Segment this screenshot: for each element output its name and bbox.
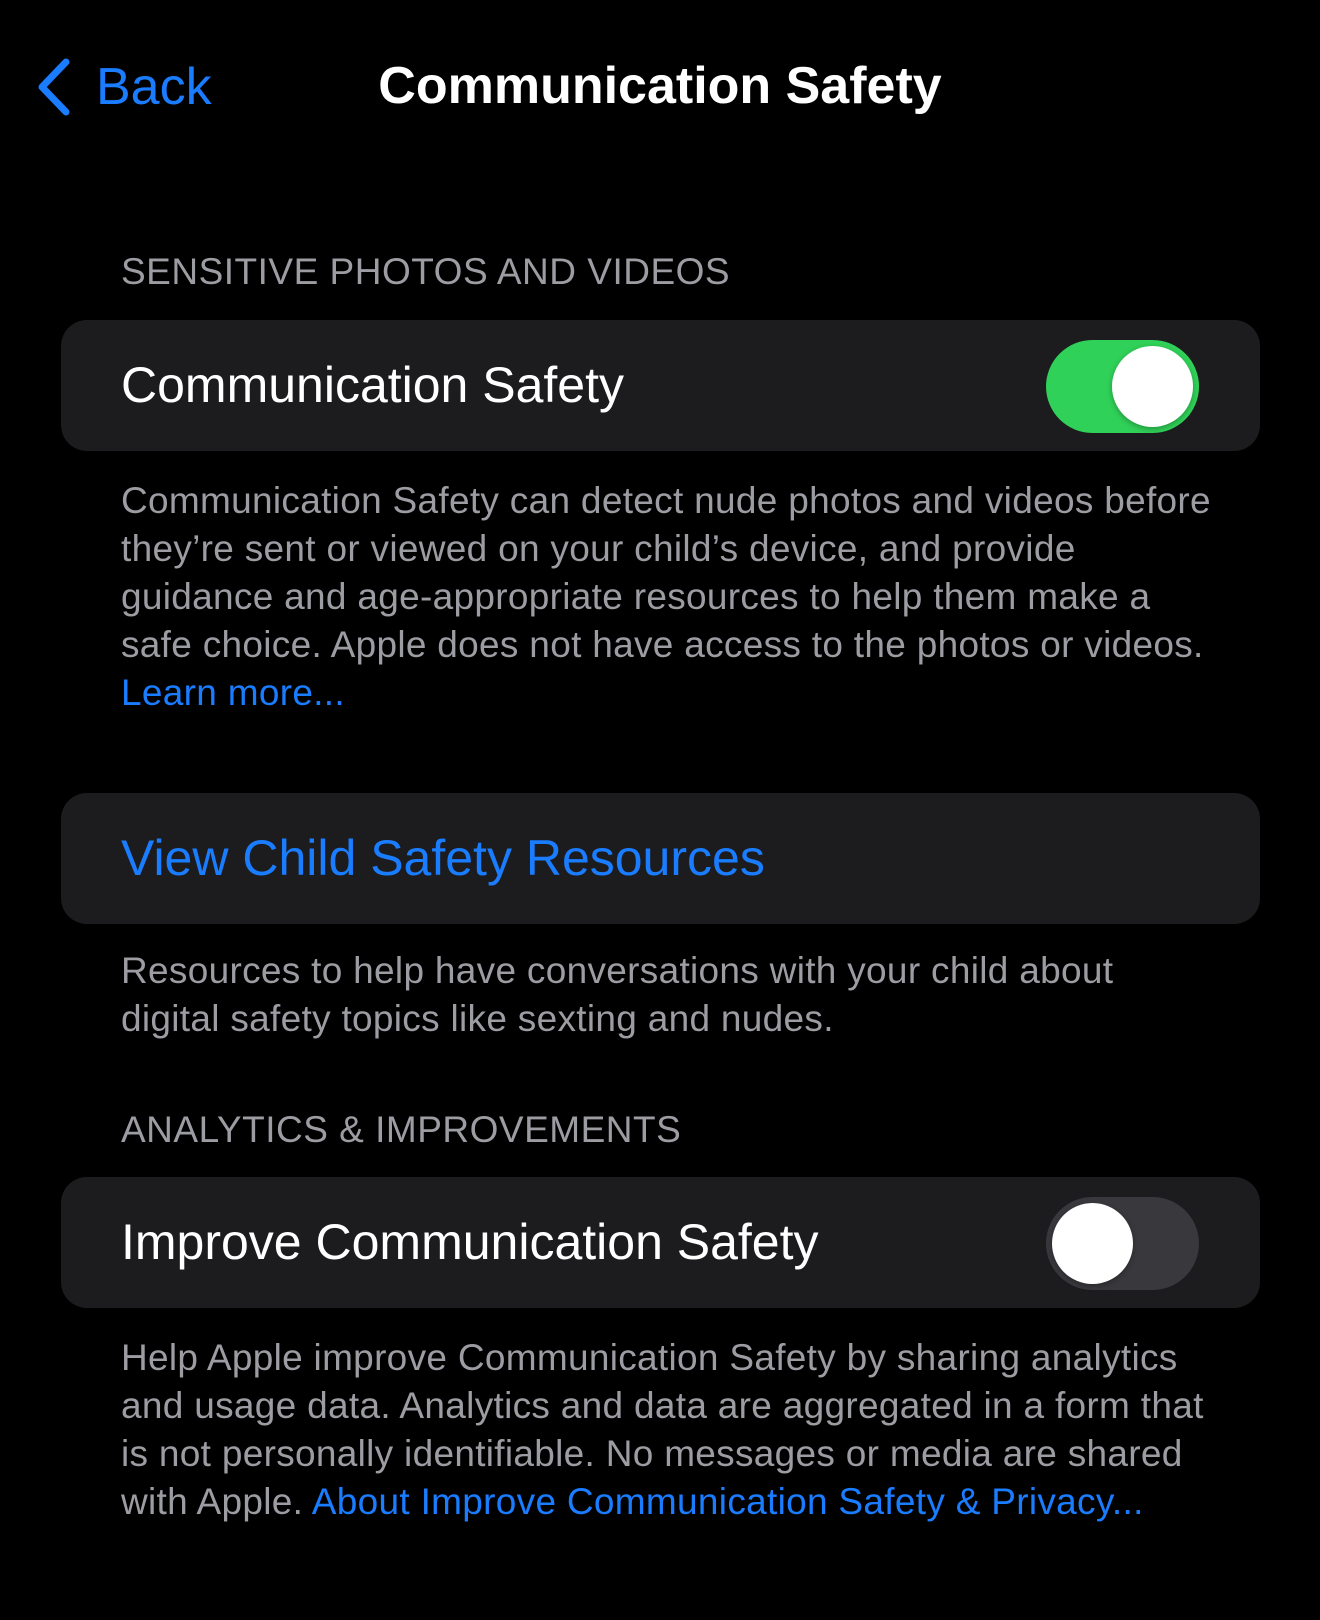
improve-communication-safety-row: Improve Communication Safety: [61, 1177, 1260, 1308]
communication-safety-toggle[interactable]: [1046, 340, 1199, 433]
toggle-knob: [1052, 1203, 1133, 1284]
learn-more-link[interactable]: Learn more...: [121, 672, 345, 713]
improve-communication-safety-label: Improve Communication Safety: [121, 1214, 819, 1270]
communication-safety-row: Communication Safety: [61, 320, 1260, 451]
resources-description: Resources to help have conversations wit…: [121, 950, 1114, 1039]
navigation-bar: Back Communication Safety: [0, 0, 1320, 180]
about-improve-privacy-link[interactable]: About Improve Communication Safety & Pri…: [312, 1481, 1144, 1522]
communication-safety-label: Communication Safety: [121, 357, 625, 413]
toggle-knob: [1112, 346, 1193, 427]
section-header-sensitive: SENSITIVE PHOTOS AND VIDEOS: [121, 251, 731, 292]
view-child-safety-resources-link[interactable]: View Child Safety Resources: [121, 831, 765, 886]
view-child-safety-resources-row[interactable]: View Child Safety Resources: [61, 793, 1260, 924]
communication-safety-description: Communication Safety can detect nude pho…: [121, 477, 1211, 717]
page-title: Communication Safety: [378, 57, 942, 115]
description-text: Communication Safety can detect nude pho…: [121, 480, 1211, 665]
section-header-analytics: ANALYTICS & IMPROVEMENTS: [121, 1109, 682, 1150]
improve-description: Help Apple improve Communication Safety …: [121, 1334, 1211, 1526]
improve-communication-safety-toggle[interactable]: [1046, 1197, 1199, 1290]
